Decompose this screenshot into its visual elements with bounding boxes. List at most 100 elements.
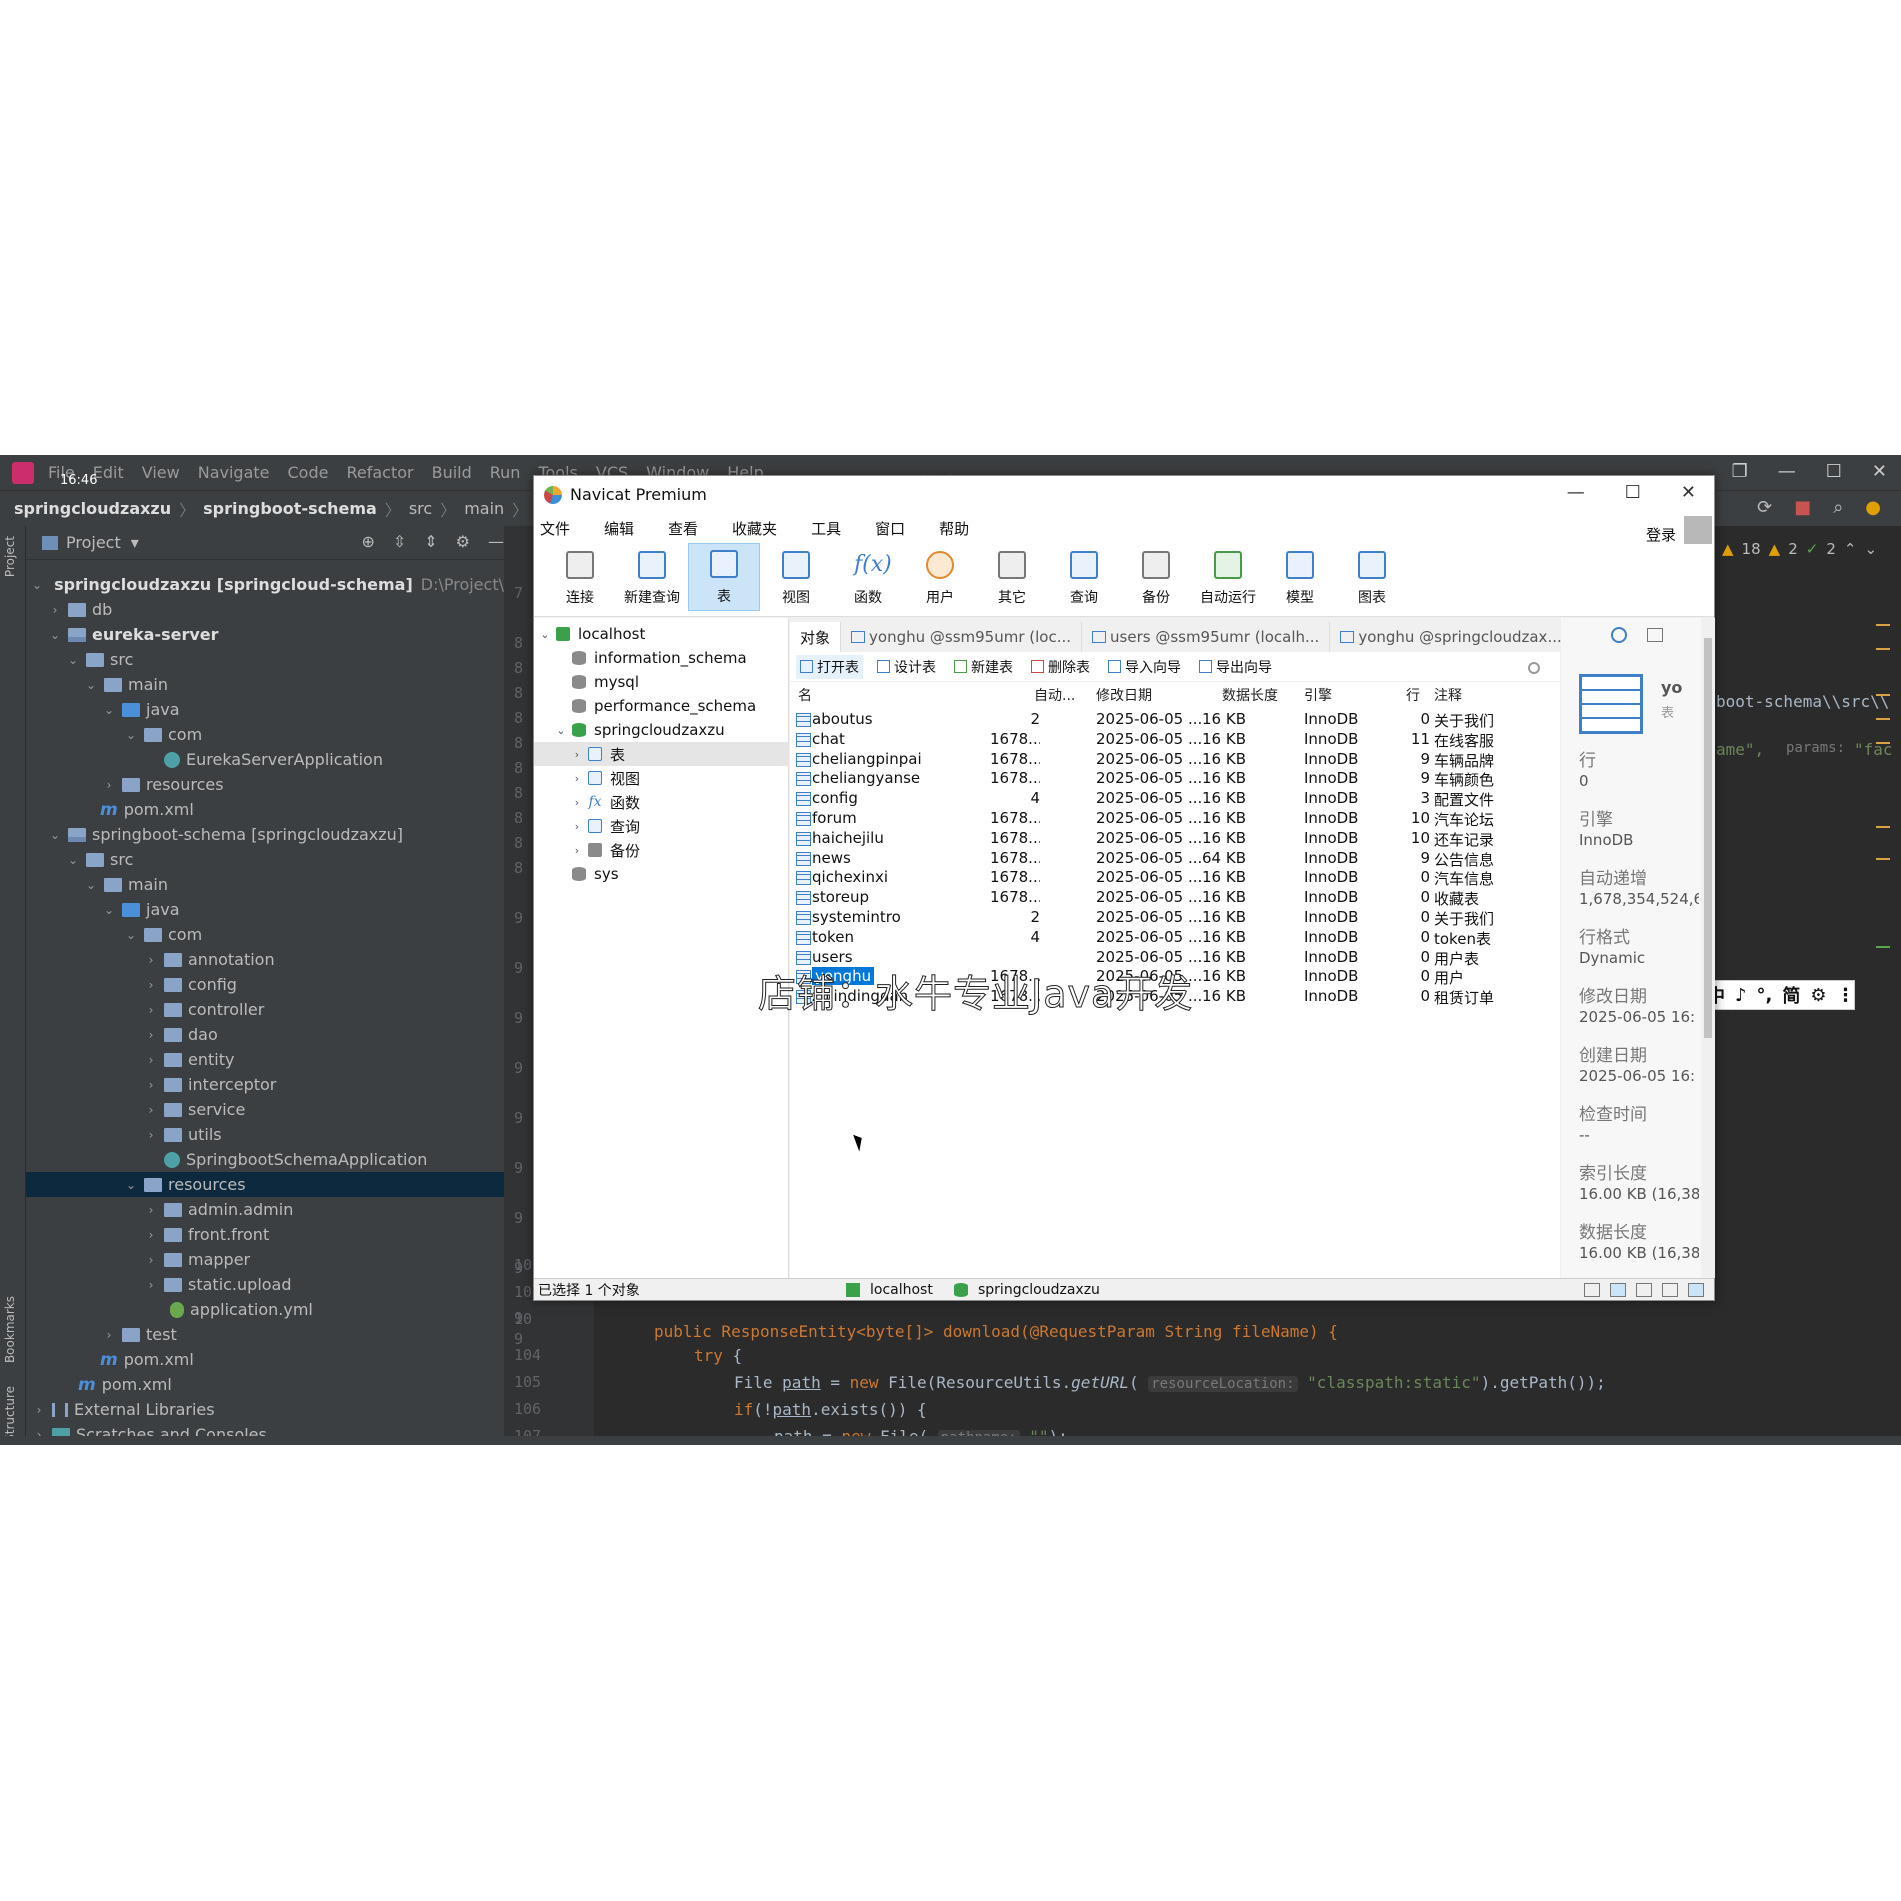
- scroll-thumb[interactable]: [1704, 638, 1712, 1038]
- menu-build[interactable]: Build: [432, 463, 472, 482]
- bookmarks-tool-tab[interactable]: Bookmarks: [3, 1296, 17, 1363]
- tree-item-db[interactable]: › db: [26, 597, 504, 622]
- chevron-right-icon[interactable]: ›: [144, 1078, 158, 1092]
- chevron-right-icon[interactable]: ›: [570, 844, 584, 857]
- tree-item-application-yml[interactable]: application.yml: [26, 1297, 504, 1322]
- tree-item-annotation[interactable]: › annotation: [26, 947, 504, 972]
- chevron-right-icon[interactable]: ›: [144, 1103, 158, 1117]
- tree-item-external-libraries[interactable]: › External Libraries: [26, 1397, 504, 1422]
- chevron-down-icon[interactable]: ⌄: [124, 1178, 138, 1192]
- ime-settings-icon[interactable]: ⚙: [1810, 985, 1826, 1006]
- minimize-icon[interactable]: —: [1778, 461, 1796, 482]
- tree-item-main[interactable]: ⌄ main: [26, 872, 504, 897]
- breadcrumb-project[interactable]: springcloudzaxzu: [14, 499, 171, 518]
- connect-button[interactable]: 连接: [544, 543, 616, 611]
- avatar[interactable]: [1684, 516, 1712, 544]
- tree-item-src[interactable]: ⌄ src: [26, 647, 504, 672]
- stripe-marker[interactable]: [1876, 648, 1890, 650]
- login-button[interactable]: 登录: [1640, 519, 1676, 549]
- column-comment[interactable]: 注释: [1434, 685, 1462, 705]
- search-everywhere-icon[interactable]: ⌕: [1833, 497, 1843, 518]
- chevron-right-icon[interactable]: ›: [144, 1053, 158, 1067]
- tree-item-mysql[interactable]: mysql: [534, 670, 789, 694]
- detail-view-icon[interactable]: [1636, 1282, 1652, 1297]
- menu-window[interactable]: 窗口: [875, 518, 905, 539]
- chevron-down-icon[interactable]: ⌄: [48, 828, 62, 842]
- tree-item-pom[interactable]: m pom.xml: [26, 797, 504, 822]
- hide-icon[interactable]: —: [488, 532, 504, 551]
- tree-item-root[interactable]: ⌄ springcloudzaxzu [springcloud-schema] D:…: [26, 572, 557, 597]
- tree-item-service[interactable]: › service: [26, 1097, 504, 1122]
- chevron-right-icon[interactable]: ›: [144, 1028, 158, 1042]
- run-config-icon[interactable]: ⟳: [1757, 497, 1772, 518]
- chevron-up-icon[interactable]: ⌃: [1844, 540, 1857, 558]
- close-icon[interactable]: ✕: [1872, 461, 1887, 482]
- chart-button[interactable]: 图表: [1336, 543, 1408, 611]
- tree-item-performance-schema[interactable]: performance_schema: [534, 694, 789, 718]
- tree-item-pom[interactable]: m pom.xml: [26, 1347, 504, 1372]
- tree-item-com[interactable]: ⌄ com: [26, 722, 504, 747]
- table-button[interactable]: 表: [688, 543, 760, 611]
- tree-item-front[interactable]: › front.front: [26, 1222, 504, 1247]
- list-view-icon[interactable]: [1610, 1282, 1626, 1297]
- ime-more-icon[interactable]: ⋮: [1836, 985, 1854, 1006]
- tree-item-admin[interactable]: › admin.admin: [26, 1197, 504, 1222]
- open-table-button[interactable]: 打开表: [796, 654, 863, 679]
- tree-item-tables[interactable]: › 表: [534, 742, 789, 766]
- menu-edit[interactable]: 编辑: [604, 518, 634, 539]
- menu-tools[interactable]: 工具: [811, 518, 841, 539]
- tree-item-sys[interactable]: sys: [534, 862, 789, 886]
- stripe-marker[interactable]: [1876, 718, 1890, 720]
- chevron-right-icon[interactable]: ›: [570, 748, 584, 761]
- new-query-button[interactable]: 新建查询: [616, 543, 688, 611]
- chevron-down-icon[interactable]: ⌄: [66, 653, 80, 667]
- chevron-down-icon[interactable]: ⌄: [102, 903, 116, 917]
- breadcrumb-module[interactable]: springboot-schema: [203, 499, 377, 518]
- chevron-down-icon[interactable]: ⌄: [32, 578, 42, 592]
- design-table-button[interactable]: 设计表: [873, 655, 940, 679]
- model-button[interactable]: 模型: [1264, 543, 1336, 611]
- chevron-down-icon[interactable]: ⌄: [1864, 540, 1877, 558]
- chevron-right-icon[interactable]: ›: [570, 796, 584, 809]
- chevron-right-icon[interactable]: ›: [570, 772, 584, 785]
- tree-item-dao[interactable]: › dao: [26, 1022, 504, 1047]
- chevron-right-icon[interactable]: ›: [144, 1278, 158, 1292]
- tree-item-utils[interactable]: › utils: [26, 1122, 504, 1147]
- tree-item-java[interactable]: ⌄ java: [26, 897, 504, 922]
- tree-item-information-schema[interactable]: information_schema: [534, 646, 789, 670]
- expand-all-icon[interactable]: ⇳: [393, 532, 406, 551]
- tree-item-java[interactable]: ⌄ java: [26, 697, 504, 722]
- tab-users-ssm95umr[interactable]: users @ssm95umr (localh...: [1082, 622, 1331, 652]
- export-wizard-button[interactable]: 导出向导: [1195, 655, 1276, 679]
- update-icon[interactable]: ●: [1865, 497, 1881, 518]
- chevron-right-icon[interactable]: ›: [144, 1203, 158, 1217]
- column-modified-date[interactable]: 修改日期: [1096, 685, 1152, 705]
- gear-icon[interactable]: ⚙: [456, 532, 470, 551]
- chevron-down-icon[interactable]: ⌄: [66, 853, 80, 867]
- stripe-marker[interactable]: [1876, 624, 1890, 626]
- stripe-marker[interactable]: [1876, 826, 1890, 828]
- tree-item-backups[interactable]: › 备份: [534, 838, 789, 862]
- automation-button[interactable]: 自动运行: [1192, 543, 1264, 611]
- structure-tool-tab[interactable]: Structure: [3, 1386, 17, 1442]
- other-button[interactable]: 其它: [976, 543, 1048, 611]
- import-wizard-button[interactable]: 导入向导: [1104, 655, 1185, 679]
- menu-favorites[interactable]: 收藏夹: [732, 518, 777, 539]
- search-icon[interactable]: [1528, 662, 1540, 674]
- tree-item-views[interactable]: › 视图: [534, 766, 789, 790]
- ime-moon-icon[interactable]: ♪: [1735, 985, 1747, 1006]
- stop-icon[interactable]: ■: [1794, 497, 1811, 518]
- tree-item-eureka-app[interactable]: EurekaServerApplication: [26, 747, 504, 772]
- minimize-icon[interactable]: —: [1567, 482, 1585, 503]
- info-icon[interactable]: [1611, 627, 1627, 643]
- chevron-right-icon[interactable]: ›: [102, 1328, 116, 1342]
- chevron-down-icon[interactable]: ⌄: [84, 678, 98, 692]
- chevron-right-icon[interactable]: ›: [48, 603, 62, 617]
- tree-item-interceptor[interactable]: › interceptor: [26, 1072, 504, 1097]
- menu-view[interactable]: 查看: [668, 518, 698, 539]
- tree-item-controller[interactable]: › controller: [26, 997, 504, 1022]
- ime-simplified-toggle[interactable]: 简: [1782, 982, 1800, 1008]
- tab-yonghu-springcloudzaxzu[interactable]: yonghu @springcloudzax...: [1330, 622, 1573, 652]
- chevron-right-icon[interactable]: ›: [144, 1253, 158, 1267]
- tree-item-static-upload[interactable]: › static.upload: [26, 1272, 504, 1297]
